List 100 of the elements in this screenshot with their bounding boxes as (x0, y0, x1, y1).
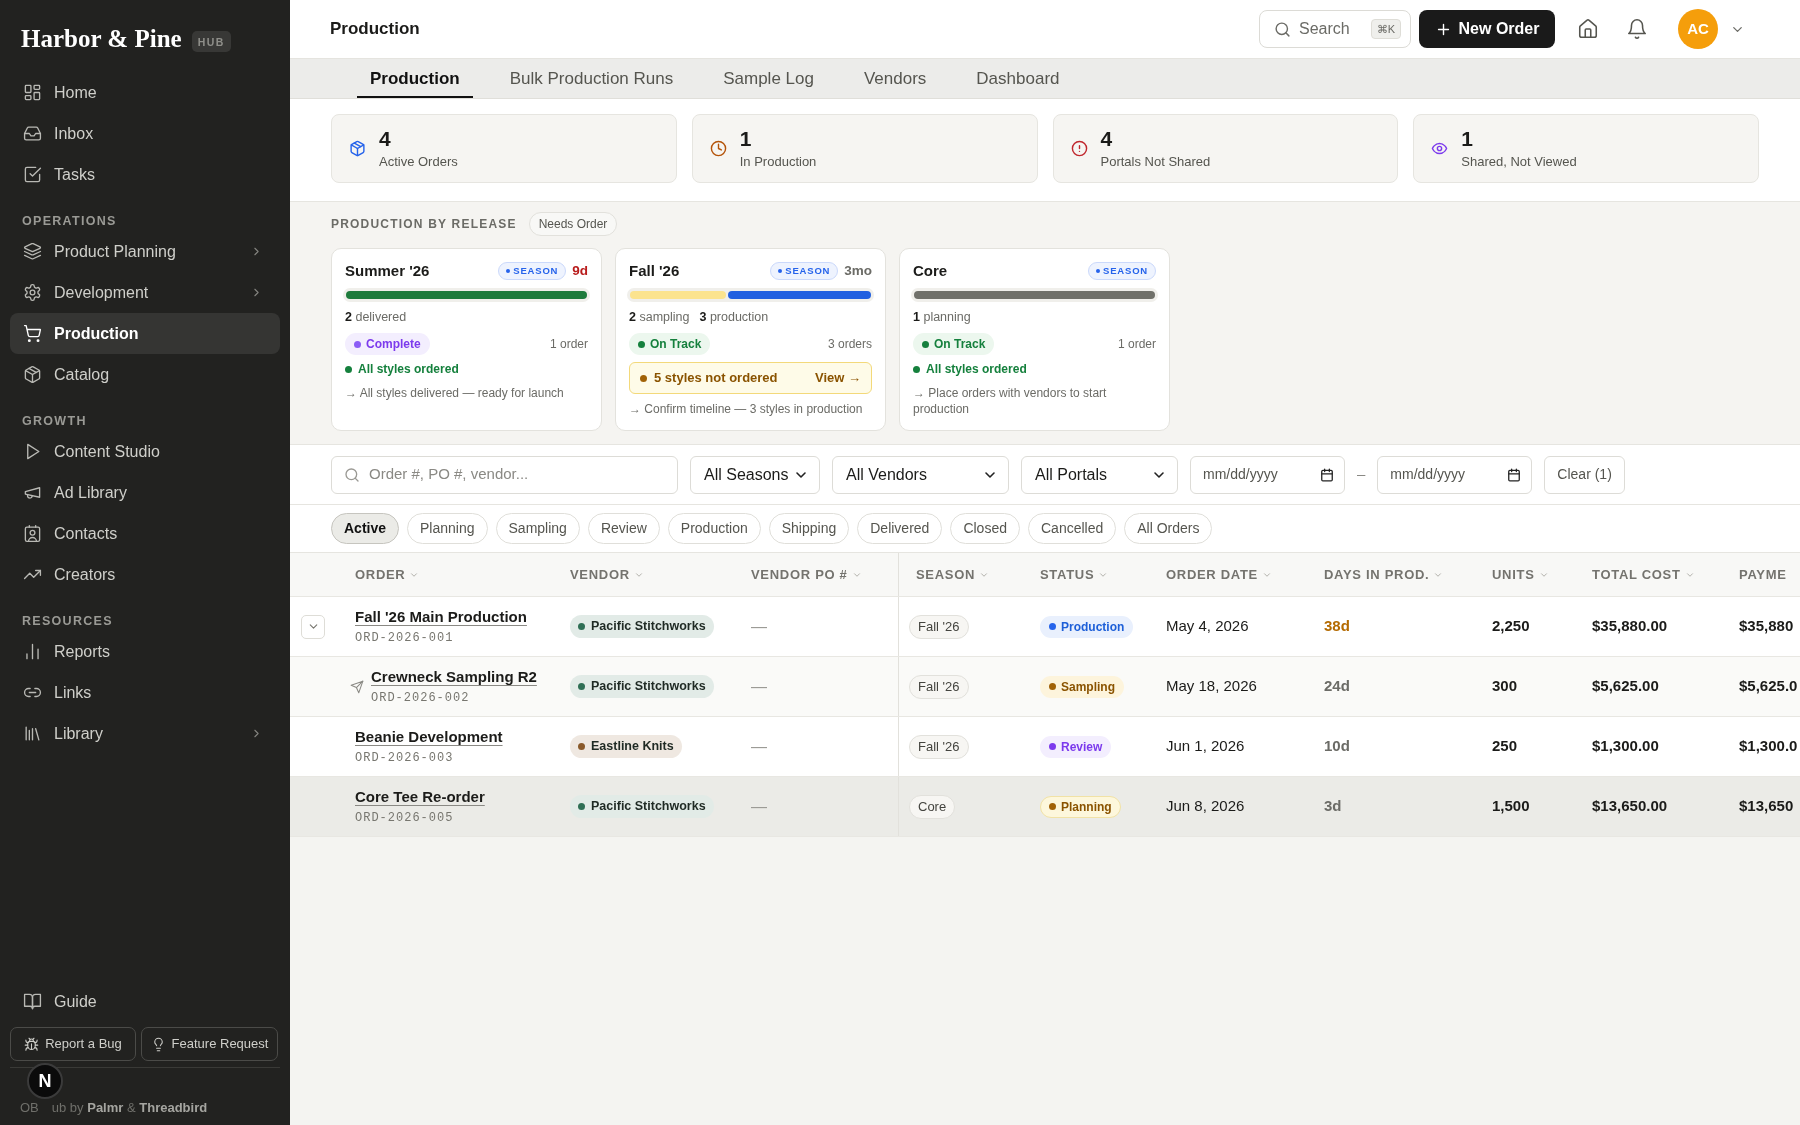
status-filter[interactable]: Planning (407, 513, 488, 544)
view-link[interactable]: View → (815, 368, 861, 388)
status-label: Review (1061, 738, 1103, 756)
contact-card-icon (23, 524, 42, 543)
season-label: SEASON (1103, 265, 1148, 277)
order-link[interactable]: Beanie Development (355, 727, 503, 747)
section-heading: PRODUCTION BY RELEASE (331, 216, 517, 233)
clear-filters-button[interactable]: Clear (1) (1544, 455, 1625, 494)
sidebar-item[interactable]: Reports (10, 631, 280, 672)
total-cost: $35,880.00 (1592, 616, 1668, 637)
section-heading: OPERATIONS (21, 213, 118, 230)
days-in-production: 10d (1324, 736, 1350, 757)
column-header[interactable]: UNITS (1492, 564, 1549, 585)
sidebar-item[interactable]: Ad Library (10, 472, 280, 513)
status-filter[interactable]: Active (331, 513, 400, 544)
feature-request-button[interactable]: Feature Request (141, 1027, 278, 1061)
sidebar-item[interactable]: Product Planning (10, 231, 280, 272)
order-date: May 4, 2026 (1166, 616, 1249, 637)
status-filter[interactable]: Sampling (495, 513, 580, 544)
date-input[interactable]: mm/dd/yyyy (1390, 464, 1502, 485)
tab[interactable]: Vendors (850, 59, 940, 98)
sidebar-item[interactable]: Production (10, 313, 280, 354)
filter-dropdown[interactable]: All Seasons (690, 455, 820, 494)
season-name: Fall '26 (909, 734, 969, 759)
filter-dropdown[interactable]: All Vendors (832, 455, 1009, 494)
shortcut-hint: ⌘K (1370, 19, 1401, 39)
table-row[interactable]: Fall '26 Main Production ORD-2026-001 Pacific Stitchworks — Fall '26 Production May 4, 2026 38d 2,250 $35,880.00 $35,880 (290, 597, 1800, 657)
status-filter[interactable]: Cancelled (1028, 513, 1117, 544)
next-step-text: → All styles delivered — ready for launch (345, 385, 565, 401)
sidebar-item[interactable]: Inbox (10, 113, 280, 154)
season-name: Core (909, 794, 956, 819)
units: 250 (1492, 736, 1518, 757)
column-header[interactable]: VENDOR PO # (751, 564, 862, 585)
styles-status: All styles ordered (926, 361, 1027, 378)
time-left: 3mo (844, 261, 872, 280)
sidebar-item[interactable]: Development (10, 272, 280, 313)
date-picker[interactable]: mm/dd/yyyy (1190, 455, 1345, 494)
order-number: ORD-2026-001 (355, 630, 455, 646)
search-bar[interactable]: Search ⌘K (1259, 10, 1411, 48)
status-filter[interactable]: Production (667, 513, 761, 544)
units: 2,250 (1492, 616, 1530, 637)
warning-text: 5 styles not ordered (654, 369, 778, 388)
column-header[interactable]: SEASON (916, 564, 990, 585)
status-filter[interactable]: Review (587, 513, 660, 544)
brand-logo: Harbor & Pine (21, 24, 182, 54)
order-search-bar[interactable]: Order #, PO #, vendor... (331, 455, 678, 494)
sidebar-item[interactable]: Links (10, 672, 280, 713)
order-count: 1 order (1117, 336, 1156, 353)
sidebar-item[interactable]: Tasks (10, 154, 280, 195)
payment-amount: $1,300.0 (1739, 736, 1798, 757)
table-row[interactable]: Crewneck Sampling R2 ORD-2026-002 Pacific Stitchworks — Fall '26 Sampling May 18, 2026 24d 300 $5,625.00 $5,625.0 (290, 657, 1800, 717)
bell-icon[interactable] (1626, 18, 1648, 40)
report-bug-button[interactable]: Report a Bug (10, 1027, 136, 1061)
sidebar-item[interactable]: Contacts (10, 513, 280, 554)
status-filter[interactable]: Delivered (857, 513, 943, 544)
date-picker[interactable]: mm/dd/yyyy (1377, 455, 1533, 494)
vendor-name: Pacific Stitchworks (591, 678, 706, 696)
sidebar-item[interactable]: Creators (10, 554, 280, 595)
stat-value: 4 (1100, 127, 1114, 151)
sidebar-item[interactable]: Guide (10, 981, 280, 1022)
tab[interactable]: Bulk Production Runs (496, 59, 687, 98)
home-icon[interactable] (1577, 18, 1599, 40)
column-header[interactable]: ORDER DATE (1166, 564, 1272, 585)
total-cost: $13,650.00 (1592, 796, 1668, 817)
status-filter[interactable]: Closed (950, 513, 1020, 544)
column-header[interactable]: TOTAL COST (1592, 564, 1695, 585)
search-input[interactable]: Order #, PO #, vendor... (369, 463, 665, 486)
status-filter[interactable]: Shipping (768, 513, 850, 544)
release-card[interactable]: Fall '26 SEASON 3mo 2 sampling 3 production On Track 3 orders 5 styles not ordered View → → Confirm timeline — 3 styles in production (615, 248, 886, 431)
order-link[interactable]: Core Tee Re-order (355, 787, 485, 807)
order-link[interactable]: Fall '26 Main Production (355, 607, 527, 627)
column-header[interactable]: PAYME (1739, 564, 1787, 585)
date-input[interactable]: mm/dd/yyyy (1203, 464, 1314, 485)
column-header[interactable]: STATUS (1040, 564, 1109, 585)
sidebar-item[interactable]: Home (10, 72, 280, 113)
units: 300 (1492, 676, 1518, 697)
sidebar-item[interactable]: Library (10, 713, 280, 754)
needs-order-filter[interactable]: Needs Order (528, 212, 618, 236)
order-link[interactable]: Crewneck Sampling R2 (371, 667, 537, 687)
table-row[interactable]: Core Tee Re-order ORD-2026-005 Pacific Stitchworks — Core Planning Jun 8, 2026 3d 1,500 $13,650.00 $13,650 (290, 777, 1800, 837)
next-step-text: → Place orders with vendors to start production (913, 385, 1108, 417)
search-input[interactable]: Search (1299, 17, 1363, 41)
release-card[interactable]: Core SEASON 1 planning On Track 1 order All styles ordered → Place orders with vendors to start production (899, 248, 1170, 431)
checkbox-icon (23, 165, 42, 184)
column-header[interactable]: ORDER (355, 564, 420, 585)
dev-tools-button[interactable]: N (27, 1063, 63, 1099)
table-row[interactable]: Beanie Development ORD-2026-003 Eastline Knits — Fall '26 Review Jun 1, 2026 10d 250 $1,300.00 $1,300.0 (290, 717, 1800, 777)
tab[interactable]: Dashboard (963, 59, 1073, 98)
tab[interactable]: Sample Log (710, 59, 827, 98)
release-card[interactable]: Summer '26 SEASON 9d 2 delivered Complete 1 order All styles ordered → All styles delivered — ready for launch (331, 248, 602, 431)
sidebar-item[interactable]: Content Studio (10, 431, 280, 472)
sidebar-item[interactable]: Catalog (10, 354, 280, 395)
new-order-button[interactable]: New Order (1419, 10, 1555, 48)
filter-dropdown[interactable]: All Portals (1021, 455, 1178, 494)
tab[interactable]: Production (357, 59, 473, 98)
column-header[interactable]: VENDOR (570, 564, 644, 585)
column-header[interactable]: DAYS IN PROD. (1324, 564, 1444, 585)
status-filter[interactable]: All Orders (1124, 513, 1213, 544)
status-dot-icon (354, 340, 361, 348)
order-count: 1 order (549, 336, 588, 353)
